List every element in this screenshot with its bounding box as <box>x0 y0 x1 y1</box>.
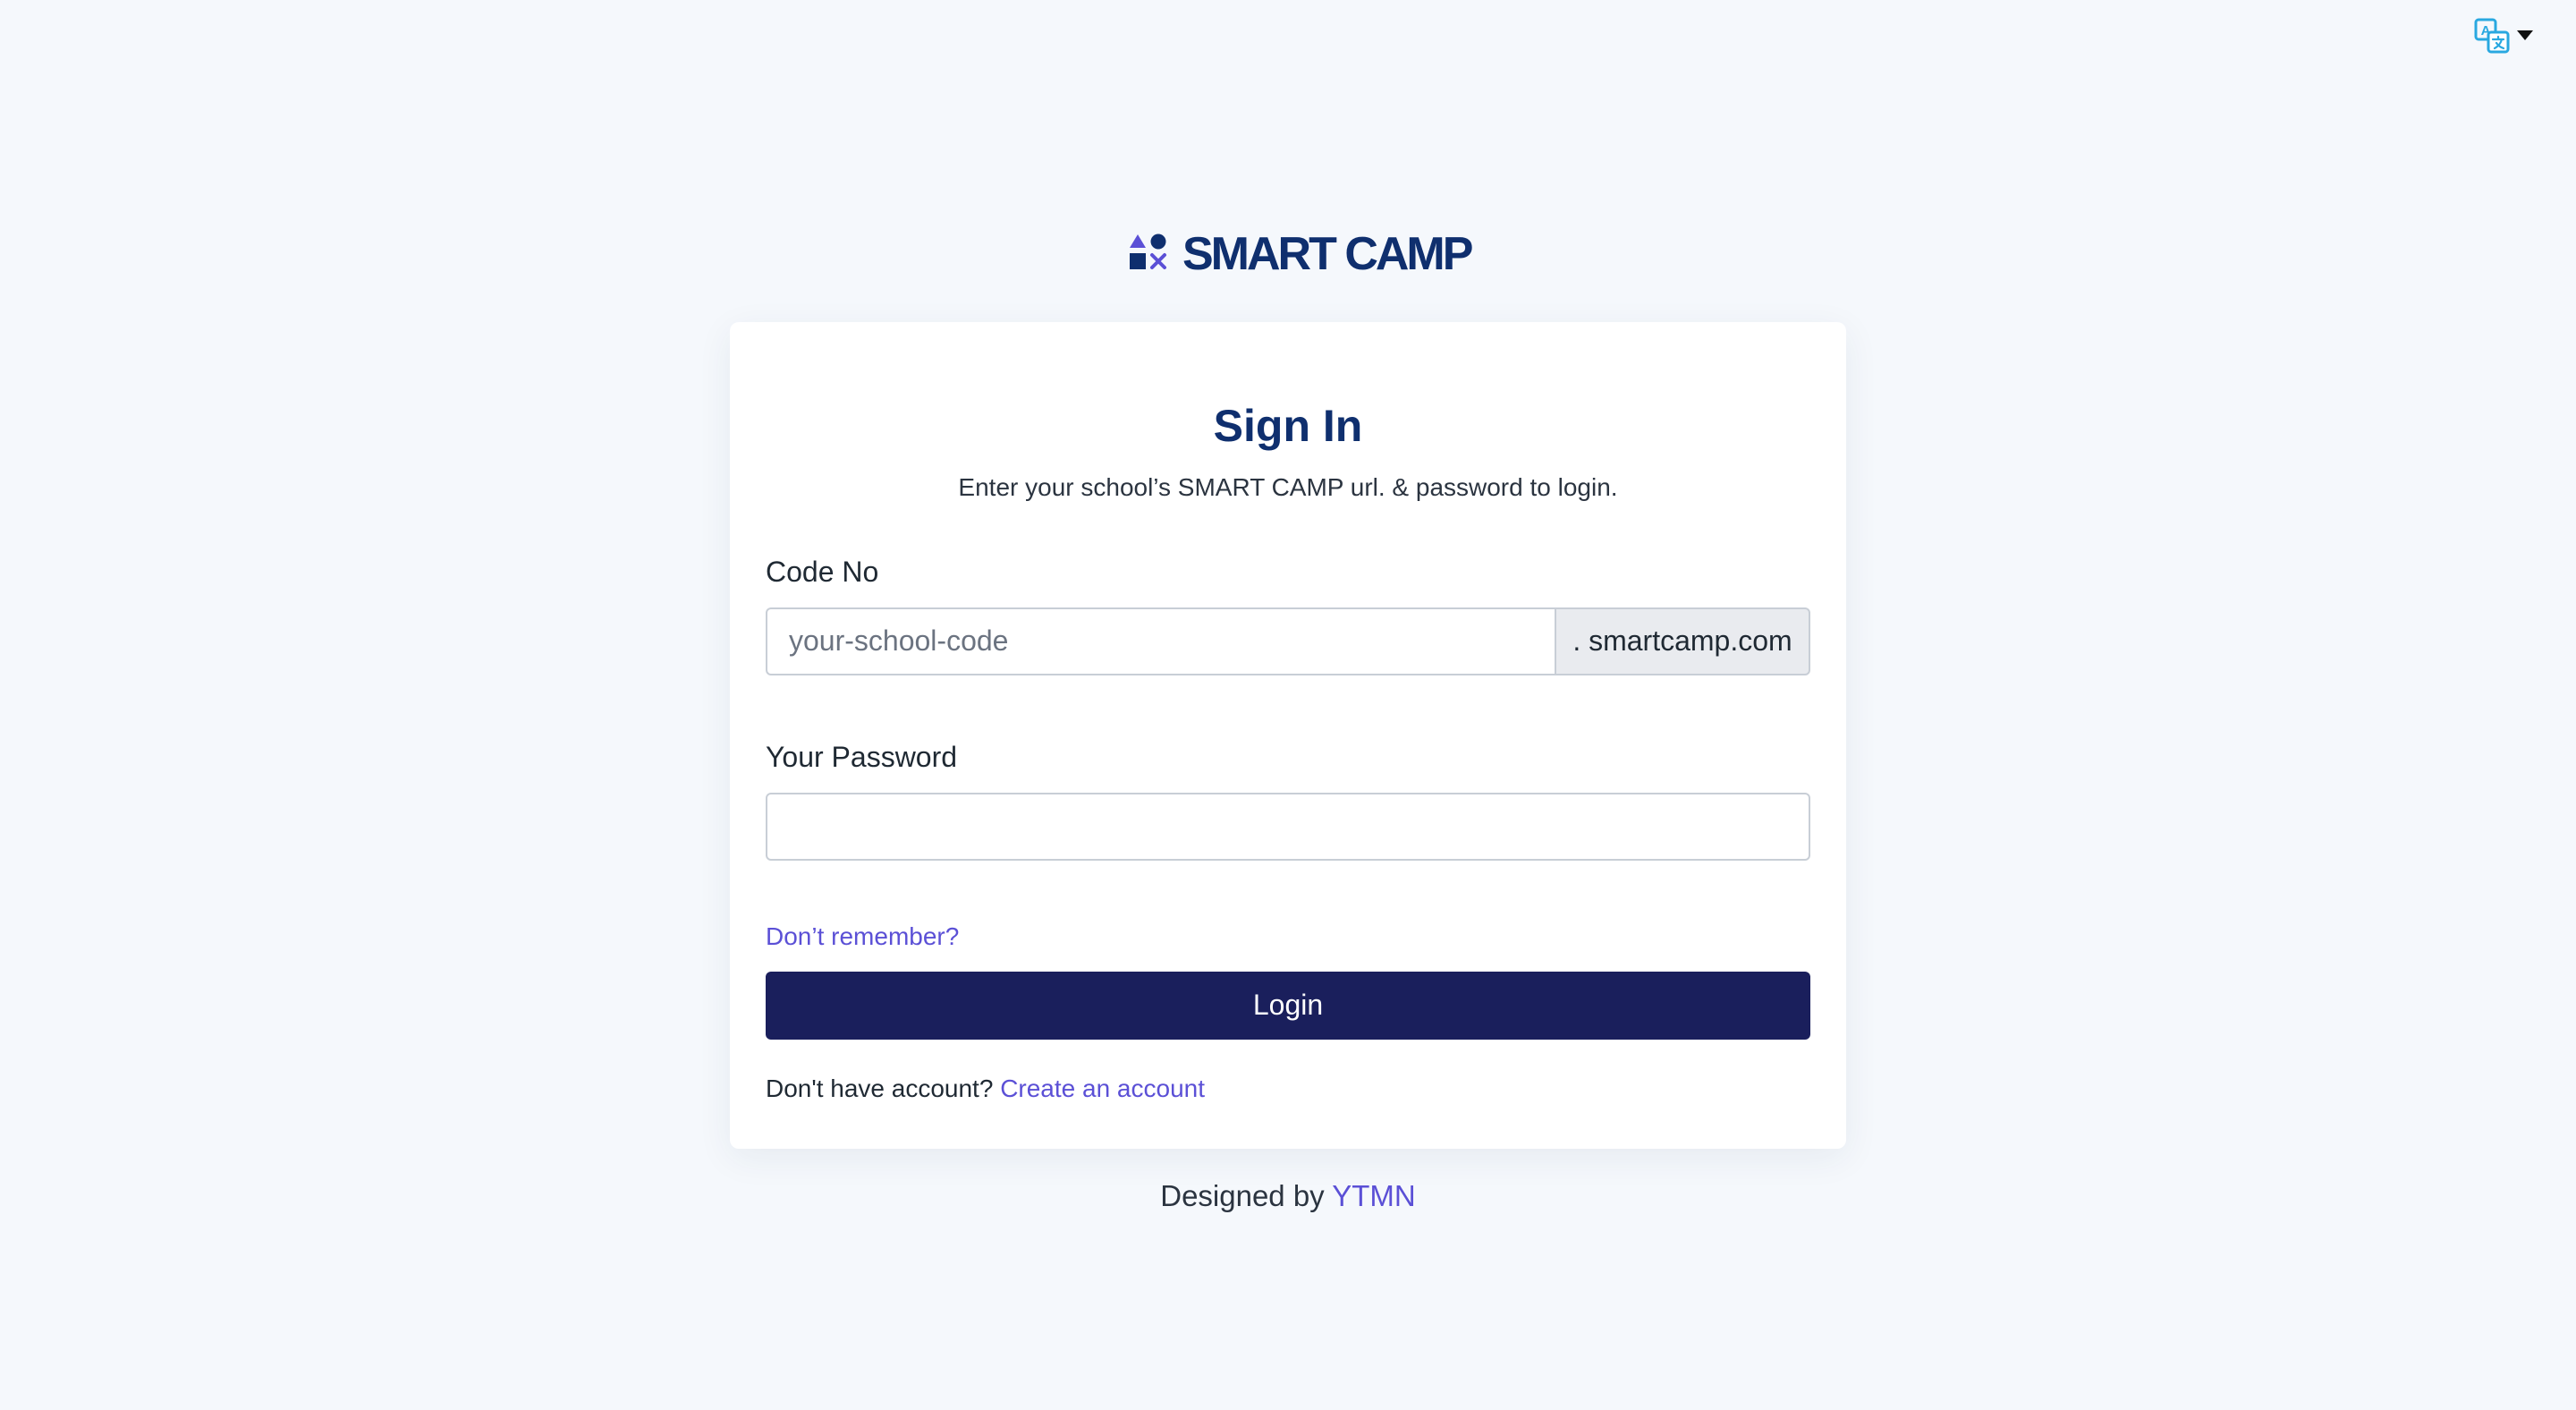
code-label: Code No <box>766 555 879 588</box>
language-switcher[interactable]: A <box>2474 18 2533 54</box>
brand-logo: SMART CAMP <box>1129 228 1473 280</box>
footer: Designed by YTMN <box>0 1179 2576 1213</box>
forgot-password-link[interactable]: Don’t remember? <box>766 922 959 952</box>
caret-down-icon <box>2517 30 2533 41</box>
translate-icon: A <box>2474 18 2510 54</box>
code-input-group: . smartcamp.com <box>766 607 1810 675</box>
signin-card: Sign In Enter your school’s SMART CAMP u… <box>730 322 1846 1149</box>
no-account-text: Don't have account? <box>766 1074 1001 1102</box>
brand-name: SMART CAMP <box>1182 228 1473 280</box>
signin-subtitle: Enter your school’s SMART CAMP url. & pa… <box>958 473 1618 501</box>
shapes-logo-icon <box>1129 233 1168 276</box>
school-code-input[interactable] <box>766 607 1555 675</box>
designed-by-text: Designed by <box>1160 1179 1333 1212</box>
signup-row: Don't have account? Create an account <box>766 1074 1810 1104</box>
domain-suffix: . smartcamp.com <box>1555 607 1810 675</box>
create-account-link[interactable]: Create an account <box>1000 1074 1205 1102</box>
password-label: Your Password <box>766 740 958 773</box>
password-input[interactable] <box>766 793 1810 862</box>
login-button[interactable]: Login <box>766 971 1810 1040</box>
signin-title: Sign In <box>1213 401 1363 451</box>
author-link[interactable]: YTMN <box>1332 1179 1416 1212</box>
